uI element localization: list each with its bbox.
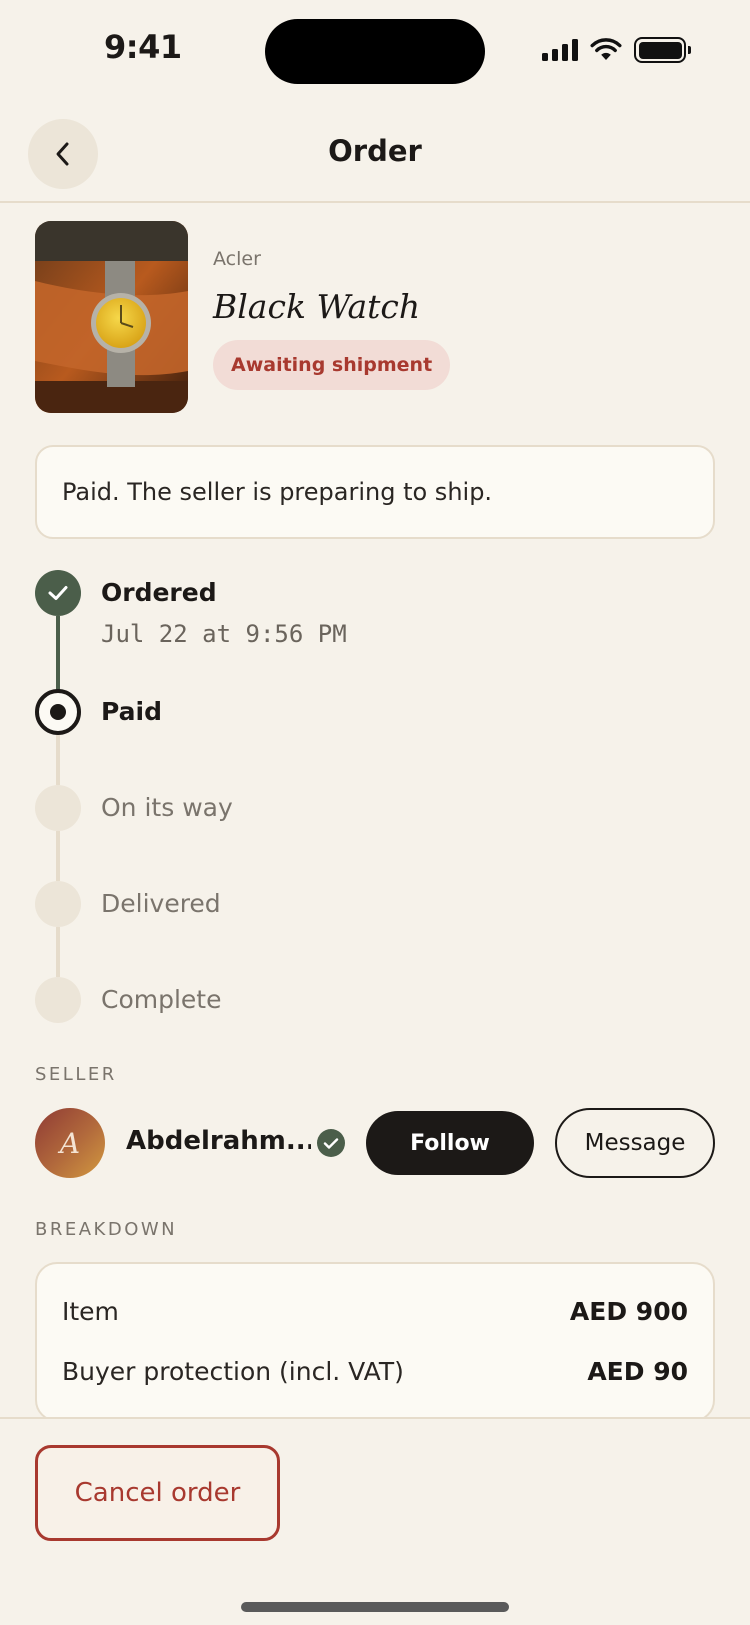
timeline-connector <box>56 735 60 785</box>
seller-name[interactable]: Abdelrahm... <box>126 1126 311 1156</box>
breakdown-row-item: Item AED 900 <box>62 1294 688 1328</box>
timeline-step-delivered: Delivered <box>35 881 635 927</box>
timeline-step-label: Delivered <box>101 889 221 918</box>
breakdown-label: Item <box>62 1296 119 1326</box>
pending-step-icon <box>35 977 81 1023</box>
breakdown-row-protection: Buyer protection (incl. VAT) AED 90 <box>62 1354 688 1388</box>
breakdown-section-label: BREAKDOWN <box>35 1219 178 1240</box>
timeline-step-paid: Paid <box>35 689 635 735</box>
timeline-step-date: Jul 22 at 9:56 PM <box>101 620 347 648</box>
timeline-step-ordered: Ordered Jul 22 at 9:56 PM <box>35 570 635 648</box>
timeline-connector <box>56 927 60 977</box>
wifi-icon <box>590 38 622 60</box>
breakdown-label: Buyer protection (incl. VAT) <box>62 1356 404 1386</box>
timeline-connector <box>56 616 60 690</box>
timeline-step-label: Ordered <box>101 578 217 607</box>
timeline-step-label: On its way <box>101 793 233 822</box>
pending-step-icon <box>35 881 81 927</box>
breakdown-value: AED 90 <box>587 1356 688 1386</box>
nav-header: Order <box>0 100 750 203</box>
price-breakdown-card: Item AED 900 Buyer protection (incl. VAT… <box>35 1262 715 1422</box>
dynamic-island <box>265 19 485 84</box>
timeline-connector <box>56 831 60 881</box>
check-icon <box>35 570 81 616</box>
cellular-signal-icon <box>542 39 578 61</box>
home-indicator[interactable] <box>241 1602 509 1612</box>
message-button[interactable]: Message <box>555 1108 715 1178</box>
pending-step-icon <box>35 785 81 831</box>
timeline-step-label: Complete <box>101 985 222 1014</box>
status-bar: 9:41 <box>0 0 750 100</box>
product-name: Black Watch <box>213 287 421 326</box>
order-status-notice: Paid. The seller is preparing to ship. <box>35 445 715 539</box>
timeline-step-on-its-way: On its way <box>35 785 635 831</box>
current-step-icon <box>35 689 81 735</box>
battery-icon <box>634 37 691 63</box>
cancel-order-button[interactable]: Cancel order <box>35 1445 280 1541</box>
product-image[interactable] <box>35 221 188 413</box>
timeline-step-complete: Complete <box>35 977 635 1023</box>
follow-button[interactable]: Follow <box>366 1111 534 1175</box>
product-brand: Acler <box>213 248 261 270</box>
verified-icon <box>317 1129 345 1157</box>
status-badge: Awaiting shipment <box>213 340 451 390</box>
page-title: Order <box>328 134 422 168</box>
avatar[interactable]: A <box>35 1108 105 1178</box>
product-summary: Acler Black Watch Awaiting shipment <box>35 221 715 413</box>
bottom-action-bar: Cancel order <box>0 1417 750 1625</box>
breakdown-value: AED 900 <box>569 1296 688 1326</box>
timeline-step-label: Paid <box>101 697 162 726</box>
seller-row: A Abdelrahm... Follow Message <box>35 1108 715 1178</box>
seller-section-label: SELLER <box>35 1064 117 1085</box>
status-time: 9:41 <box>104 28 182 66</box>
order-timeline: Ordered Jul 22 at 9:56 PM Paid On its wa… <box>35 570 715 1025</box>
status-icons <box>542 36 691 64</box>
